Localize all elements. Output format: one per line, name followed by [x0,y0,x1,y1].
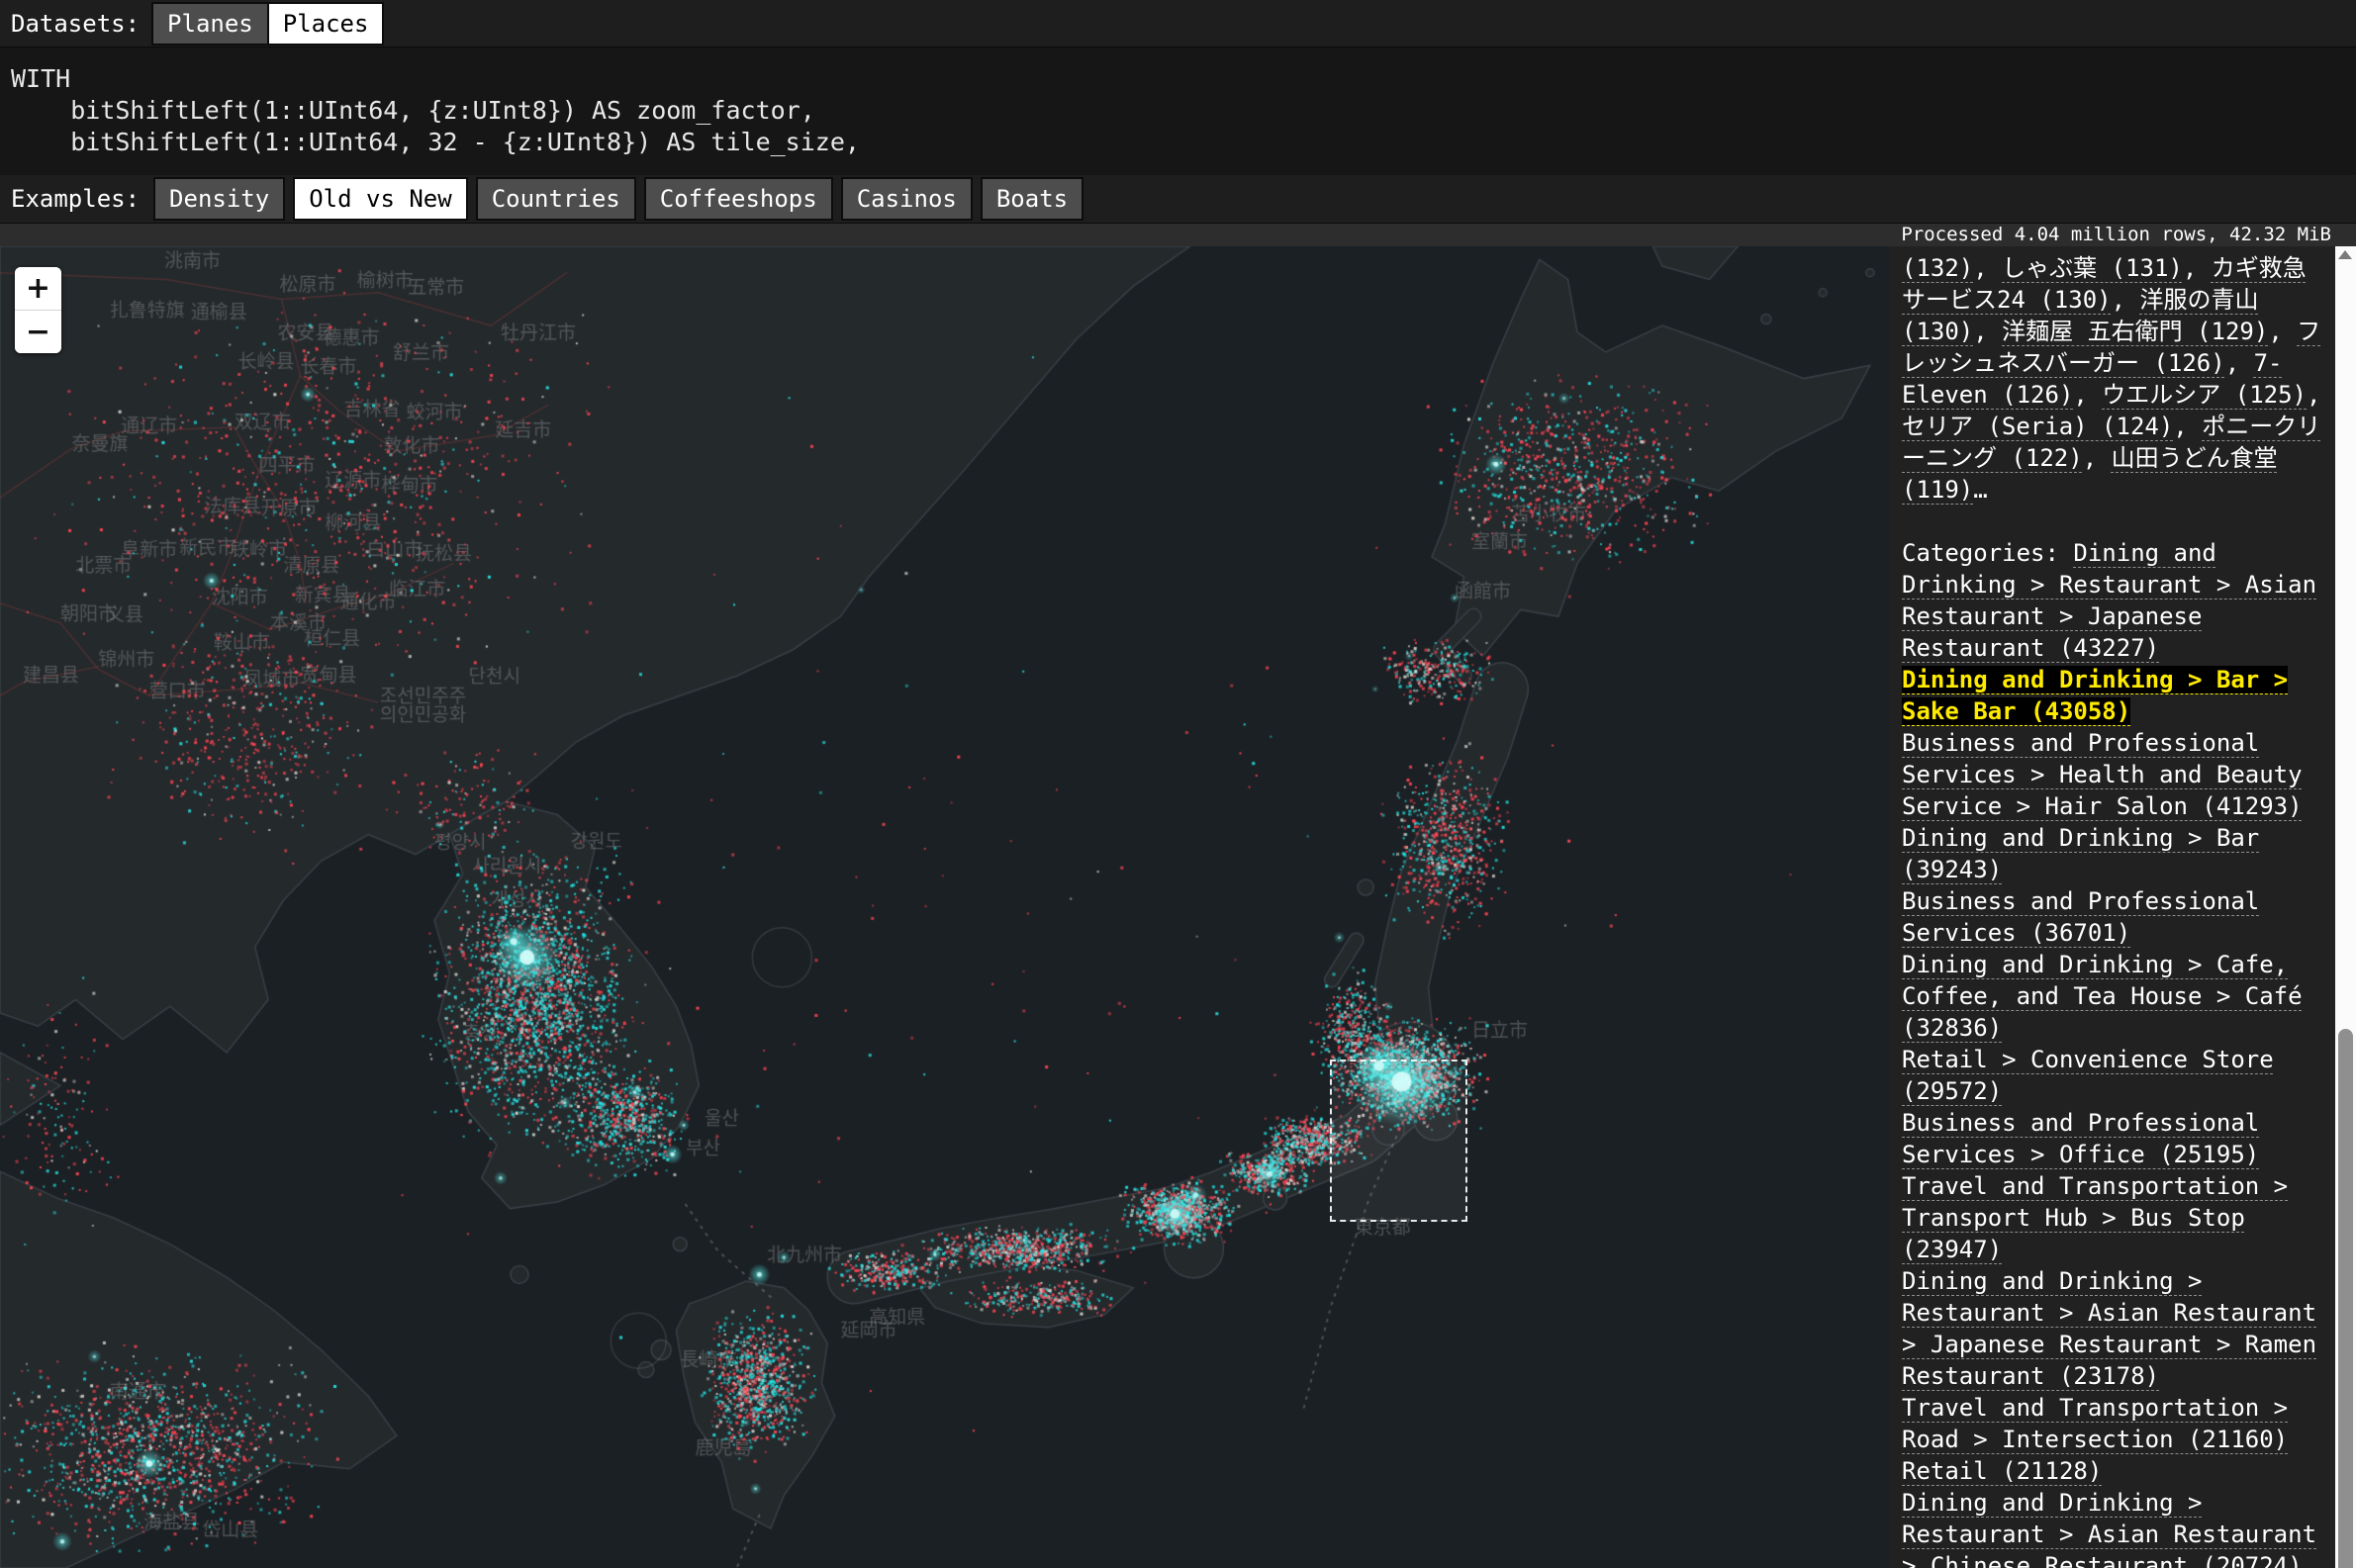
category-link-selected[interactable]: Dining and Drinking > Bar > Sake Bar (43… [1902,666,2288,725]
category-link[interactable]: Dining and Drinking > Restaurant > Asian… [1902,1267,2316,1390]
category-link[interactable]: Retail > Convenience Store (29572) [1902,1046,2274,1105]
category-link[interactable]: Dining and Drinking > Restaurant > Asian… [1902,1489,2316,1568]
map[interactable]: + − [0,246,1889,1568]
category-link[interactable]: Travel and Transportation > Transport Hu… [1902,1172,2288,1263]
scroll-thumb[interactable] [2338,1029,2353,1568]
datasets-buttons: PlanesPlaces [153,2,384,46]
dataset-button-places[interactable]: Places [267,2,385,46]
status-text: Processed 4.04 million rows, 42.32 MiB [1901,224,2331,245]
category-link[interactable]: Business and Professional Services > Hea… [1902,729,2303,820]
brand-link[interactable]: セリア (Seria) (124) [1902,413,2173,440]
brand-link[interactable]: ウエルシア (125) [2102,381,2307,409]
examples-buttons: DensityOld vs NewCountriesCoffeeshopsCas… [153,177,1084,221]
examples-label: Examples: [11,185,140,213]
example-button-boats[interactable]: Boats [981,177,1084,221]
examples-bar: Examples: DensityOld vs NewCountriesCoff… [0,175,2356,224]
example-button-countries[interactable]: Countries [476,177,636,221]
category-link[interactable]: Dining and Drinking > Restaurant > Asian… [1902,539,2316,662]
zoom-in-button[interactable]: + [15,267,61,310]
map-canvas[interactable] [0,246,1889,1568]
dataset-button-planes[interactable]: Planes [151,2,269,46]
category-link[interactable]: Travel and Transportation > Road > Inter… [1902,1394,2288,1453]
map-zoom-control: + − [15,267,61,353]
map-selection-rect[interactable] [1330,1060,1467,1222]
brand-link[interactable]: しゃぶ葉 (131) [2002,254,2183,282]
main-area: + − (132), しゃぶ葉 (131), カギ救急サービス24 (130),… [0,246,2356,1568]
datasets-label: Datasets: [11,10,140,38]
brand-link[interactable]: 洋麺屋 五右衛門 (129) [2002,318,2268,345]
category-link[interactable]: Dining and Drinking > Cafe, Coffee, and … [1902,951,2303,1042]
category-link[interactable]: Retail (21128) [1902,1457,2102,1485]
sql-editor[interactable]: WITH bitShiftLeft(1::UInt64, {z:UInt8}) … [0,47,2356,175]
scroll-up-arrow-icon[interactable] [2338,250,2352,259]
category-link[interactable]: Business and Professional Services > Off… [1902,1109,2259,1168]
code-line: bitShiftLeft(1::UInt64, {z:UInt8}) AS zo… [11,95,2356,127]
app-root: Datasets: PlanesPlaces WITH bitShiftLeft… [0,0,2356,1568]
category-link[interactable]: Business and Professional Services (3670… [1902,887,2259,947]
example-button-density[interactable]: Density [153,177,285,221]
code-line: bitShiftLeft(1::UInt64, 32 - {z:UInt8}) … [11,127,2356,158]
top-names-list: (132), しゃぶ葉 (131), カギ救急サービス24 (130), 洋服の… [1902,252,2322,506]
sidebar-scrollbar[interactable] [2335,246,2356,1568]
status-bar: Processed 4.04 million rows, 42.32 MiB [0,224,2356,246]
category-link[interactable]: Dining and Drinking > Bar (39243) [1902,824,2259,883]
categories-list: Categories: Dining and Drinking > Restau… [1902,537,2322,1568]
datasets-bar: Datasets: PlanesPlaces [0,0,2356,47]
example-button-coffeeshops[interactable]: Coffeeshops [644,177,833,221]
example-button-old-vs-new[interactable]: Old vs New [293,177,468,221]
brand-link[interactable]: (132) [1902,254,1973,282]
code-line: WITH [11,63,2356,95]
example-button-casinos[interactable]: Casinos [841,177,973,221]
sidebar: (132), しゃぶ葉 (131), カギ救急サービス24 (130), 洋服の… [1889,246,2335,1568]
zoom-out-button[interactable]: − [15,311,61,353]
